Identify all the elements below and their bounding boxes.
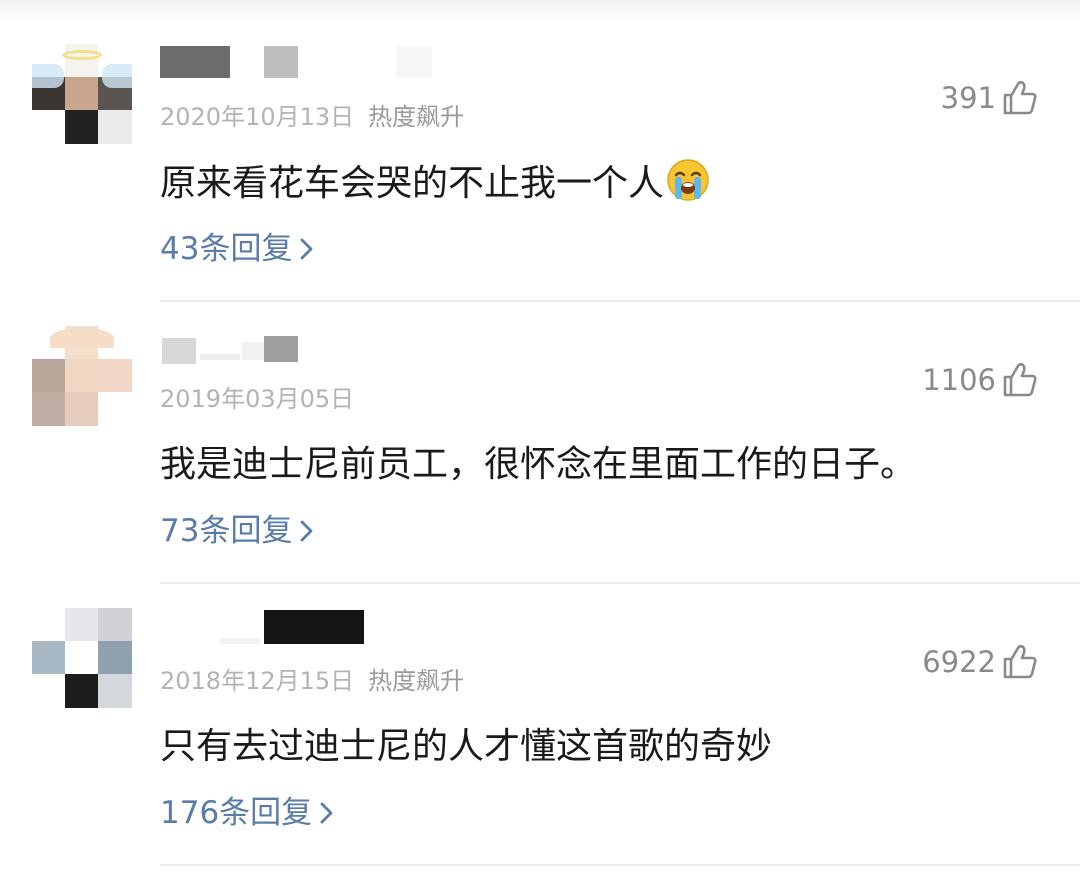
comment-item: 2020年10月13日 热度飙升 391 原来看花车会哭的不止我一个人 43条回复 [0, 20, 1080, 302]
comment-item: 2018年12月15日 热度飙升 6922 只有去过迪士尼的人才懂这首歌的奇妙 1… [0, 584, 1080, 866]
comment-divider [160, 864, 1080, 866]
username-masked[interactable] [160, 46, 440, 78]
chevron-right-icon [320, 802, 333, 824]
comment-item: 2019年03月05日 1106 我是迪士尼前员工，很怀念在里面工作的日子。 7… [0, 302, 1080, 584]
like-count: 391 [940, 81, 996, 115]
comment-date: 2020年10月13日 [160, 103, 355, 131]
replies-count: 176条回复 [160, 795, 313, 831]
comment-text: 原来看花车会哭的不止我一个人 [160, 158, 710, 209]
comment-date: 2018年12月15日 [160, 667, 355, 695]
avatar[interactable] [32, 608, 132, 708]
thumbs-up-icon [1003, 80, 1037, 115]
like-button[interactable]: 391 [941, 78, 1038, 118]
view-replies-link[interactable]: 176条回复 [160, 790, 336, 836]
comment-meta: 2020年10月13日 热度飙升 [160, 100, 464, 134]
like-button[interactable]: 1106 [922, 360, 1038, 400]
loudly-crying-face-icon [667, 159, 709, 201]
comment-date: 2019年03月05日 [160, 385, 355, 413]
chevron-right-icon [301, 520, 313, 542]
comment-meta: 2019年03月05日 [160, 382, 354, 416]
avatar[interactable] [32, 44, 132, 144]
replies-count: 73条回复 [160, 513, 293, 549]
like-count: 1106 [922, 363, 996, 397]
comment-text: 我是迪士尼前员工，很怀念在里面工作的日子。 [160, 444, 917, 485]
avatar[interactable] [32, 326, 132, 426]
comment-meta: 2018年12月15日 热度飙升 [160, 664, 464, 698]
username-masked[interactable] [160, 610, 440, 644]
thumbs-up-icon [1003, 362, 1037, 397]
trending-tag: 热度飙升 [368, 667, 465, 695]
username-masked[interactable] [160, 328, 440, 364]
view-replies-link[interactable]: 43条回复 [160, 226, 316, 272]
like-button[interactable]: 6922 [922, 642, 1038, 682]
thumbs-up-icon [1003, 644, 1037, 679]
view-replies-link[interactable]: 73条回复 [160, 508, 316, 554]
trending-tag: 热度飙升 [368, 103, 465, 131]
comment-text-content: 原来看花车会哭的不止我一个人 [160, 163, 665, 204]
like-count: 6922 [922, 645, 996, 679]
top-edge [0, 0, 1080, 22]
replies-count: 43条回复 [160, 231, 293, 267]
comment-text: 只有去过迪士尼的人才懂这首歌的奇妙 [160, 726, 773, 767]
chevron-right-icon [301, 238, 313, 260]
